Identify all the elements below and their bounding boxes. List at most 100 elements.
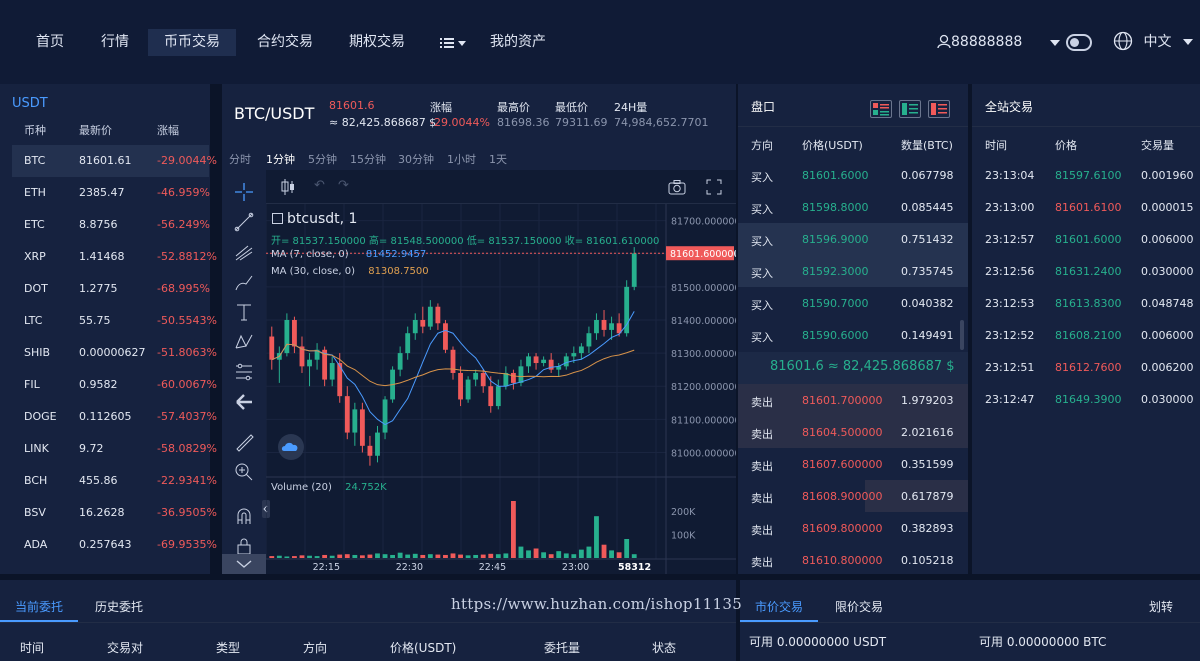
orderbook-sell-row[interactable]: 卖出 81607.600000 0.351599 [738, 448, 968, 480]
pitchfork-icon[interactable] [234, 242, 254, 262]
price-tick-label: 81400.000000 [671, 316, 736, 327]
crosshair-icon[interactable] [234, 182, 254, 202]
nav-market[interactable]: 行情 [85, 29, 145, 56]
caret-down-icon[interactable] [1049, 39, 1061, 47]
volume-bar [488, 553, 494, 558]
tab-market-trade[interactable]: 市价交易 [755, 598, 803, 615]
market-row[interactable]: ETC 8.8756 -56.249% [12, 209, 210, 241]
trend-line-icon[interactable] [234, 212, 254, 232]
ob-price: 81610.800000 [802, 554, 883, 567]
ma30-value: 81308.7500 [368, 266, 429, 277]
orderbook-buy-row[interactable]: 买入 81590.6000 0.149491 [738, 319, 968, 351]
interval-tab[interactable]: 1小时 [447, 151, 476, 167]
orderbook-sell-row[interactable]: 卖出 81604.500000 2.021616 [738, 416, 968, 448]
ob-price: 81598.8000 [802, 201, 869, 214]
nav-spot[interactable]: 币币交易 [148, 29, 236, 56]
market-row[interactable]: DOGE 0.112605 -57.4037% [12, 401, 217, 433]
market-row[interactable]: FIL 0.9582 -60.0067% [12, 369, 217, 401]
available-usdt: 可用 0.00000000 USDT [749, 635, 887, 649]
volume-bar [292, 556, 297, 558]
interval-tab[interactable]: 1天 [489, 151, 507, 167]
orderbook-sell-row[interactable]: 卖出 81608.900000 0.617879 [738, 480, 968, 512]
orderbook-buy-row[interactable]: 买入 81596.9000 0.751432 [738, 223, 968, 255]
undo-icon[interactable]: ↶ [314, 178, 325, 193]
transfer-button[interactable]: 划转 [1149, 598, 1173, 615]
volume-bar [375, 553, 380, 558]
interval-tab[interactable]: 1分钟 [266, 151, 295, 167]
candle-body [269, 336, 275, 360]
collapse-legend-icon[interactable] [272, 213, 283, 224]
orderbook-sell-row[interactable]: 卖出 81601.700000 1.979203 [738, 384, 968, 416]
nav-contract[interactable]: 合约交易 [241, 29, 329, 56]
theme-toggle[interactable] [1066, 34, 1092, 51]
orderbook-buy-row[interactable]: 买入 81592.3000 0.735745 [738, 255, 968, 287]
interval-tab[interactable]: 5分钟 [308, 151, 337, 167]
zoom-in-icon[interactable] [234, 462, 254, 482]
order-col-header: 委托量 [544, 641, 581, 655]
orderbook-sell-row[interactable]: 卖出 81610.800000 0.105218 [738, 544, 968, 576]
orderbook-both-icon[interactable] [870, 100, 892, 118]
orderbook-buy-row[interactable]: 买入 81601.6000 0.067798 [738, 159, 968, 191]
market-row[interactable]: LTC 55.75 -50.5543% [12, 305, 217, 337]
candle-body [458, 372, 463, 400]
collapse-toolbar-button[interactable] [222, 554, 266, 574]
market-row[interactable]: BSV 16.2628 -36.9505% [12, 497, 217, 529]
trade-time: 23:12:52 [985, 329, 1035, 342]
market-symbol: ETH [24, 186, 46, 199]
market-row[interactable]: LINK 9.72 -58.0829% [12, 433, 217, 465]
tab-order-history[interactable]: 历史委托 [95, 598, 143, 615]
redo-icon[interactable]: ↷ [338, 178, 349, 193]
text-tool-icon[interactable] [234, 302, 254, 322]
pattern-icon[interactable] [234, 332, 254, 352]
interval-tab[interactable]: 30分钟 [398, 151, 434, 167]
market-symbol: DOGE [24, 410, 57, 423]
orderbook-buy-row[interactable]: 买入 81590.7000 0.040382 [738, 287, 968, 319]
language-select[interactable]: 中文 [1113, 29, 1194, 56]
orderbook-buy-icon[interactable] [899, 100, 921, 118]
magnet-icon[interactable] [234, 506, 254, 526]
nav-options[interactable]: 期权交易 [333, 29, 421, 56]
fullscreen-icon[interactable] [706, 179, 722, 195]
camera-icon[interactable] [668, 179, 686, 195]
price-tick-label: 81200.000000 [671, 382, 736, 393]
market-row[interactable]: BTC 81601.61 -29.0044% [12, 145, 217, 177]
candle-type-icon[interactable] [280, 178, 296, 196]
brush-icon[interactable] [234, 272, 254, 292]
arrow-left-icon[interactable] [234, 392, 254, 412]
orderbook-sell-icon[interactable] [928, 100, 950, 118]
market-row[interactable]: SHIB 0.00000627 -51.8063% [12, 337, 217, 369]
lock-icon[interactable] [234, 536, 254, 556]
market-price: 8.8756 [79, 218, 118, 231]
candle-body [609, 323, 614, 330]
interval-tab[interactable]: 15分钟 [350, 151, 386, 167]
market-change: -68.995% [157, 282, 210, 295]
orderbook-scrollbar[interactable] [960, 320, 964, 350]
nav-home[interactable]: 首页 [20, 29, 80, 56]
candle-body [526, 356, 531, 367]
market-row[interactable]: ETH 2385.47 -46.959% [12, 177, 210, 209]
candle-body [563, 356, 569, 367]
nav-assets[interactable]: 我的资产 [490, 29, 546, 56]
tradingview-logo[interactable] [278, 434, 304, 460]
time-tick-label: 22:15 [313, 562, 340, 573]
ob-side: 买入 [751, 331, 773, 344]
market-row[interactable]: ADA 0.257643 -69.9535% [12, 529, 217, 561]
ruler-icon[interactable] [234, 432, 254, 452]
market-row[interactable]: BCH 455.86 -22.9341% [12, 465, 217, 497]
ob-price: 81596.9000 [802, 233, 869, 246]
market-row[interactable]: DOT 1.2775 -68.995% [12, 273, 210, 305]
user-account[interactable]: 88888888 [937, 29, 1022, 56]
volume-value: 74,984,652.7701 [614, 116, 709, 129]
orderbook-sell-row[interactable]: 卖出 81609.800000 0.382893 [738, 512, 968, 544]
market-change: -29.0044% [157, 154, 217, 167]
tab-limit-trade[interactable]: 限价交易 [835, 598, 883, 615]
ma7-value: 81452.9457 [365, 249, 427, 260]
orderbook-buy-row[interactable]: 买入 81598.8000 0.085445 [738, 191, 968, 223]
tab-current-orders[interactable]: 当前委托 [15, 598, 63, 615]
interval-tab[interactable]: 分时 [229, 151, 251, 167]
fib-icon[interactable] [234, 362, 254, 382]
nav-more[interactable] [440, 29, 470, 56]
market-quote-title[interactable]: USDT [12, 96, 48, 111]
market-row[interactable]: XRP 1.41468 -52.8812% [12, 241, 217, 273]
trade-form: 市价交易 限价交易 划转 可用 0.00000000 USDT 可用 0.000… [740, 580, 1200, 661]
